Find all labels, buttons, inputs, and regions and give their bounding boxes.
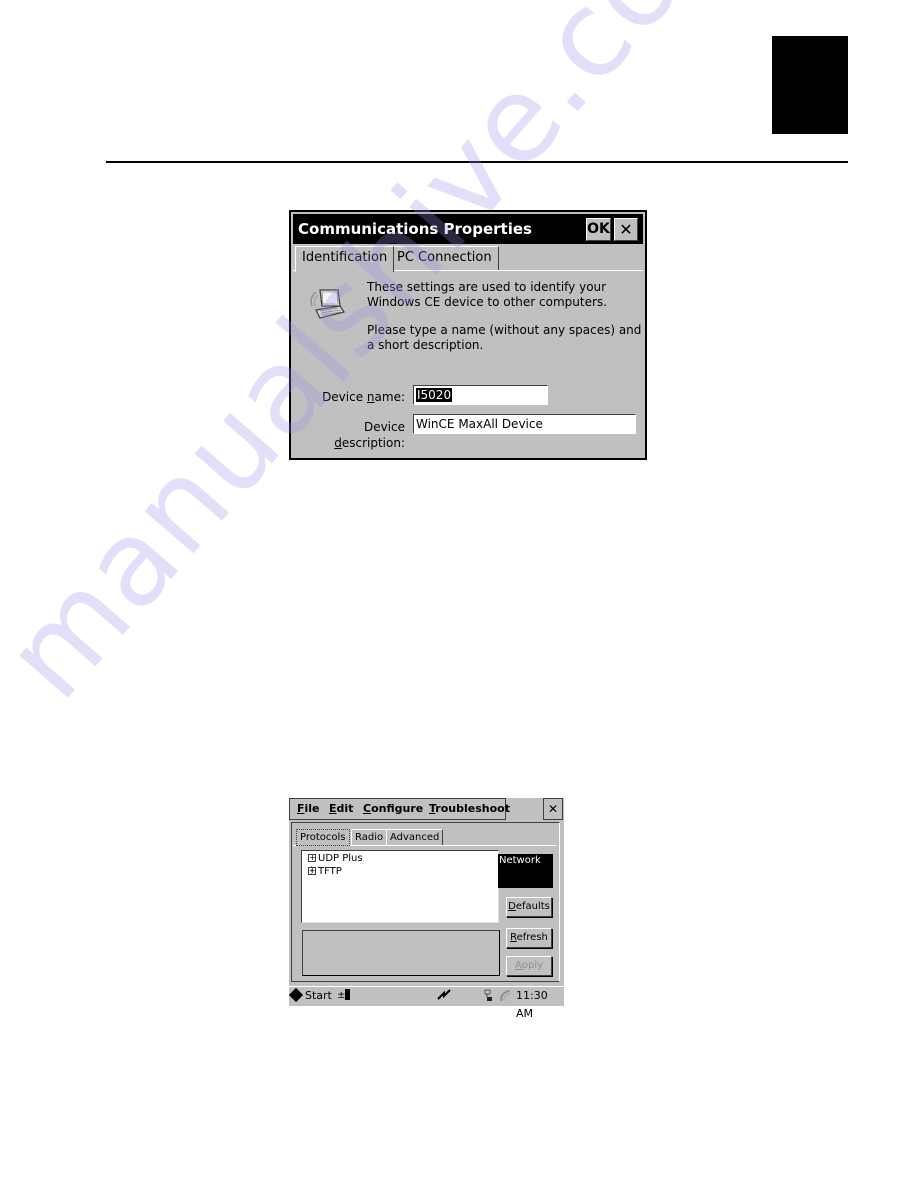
menu-edit[interactable]: Edit bbox=[329, 802, 353, 815]
signal-icon[interactable] bbox=[437, 987, 451, 1005]
tab-protocols[interactable]: Protocols bbox=[296, 829, 350, 846]
name-instructions: Please type a name (without any spaces) … bbox=[367, 323, 642, 352]
menu-mnemonic: E bbox=[329, 802, 337, 815]
lightning-icon bbox=[437, 989, 451, 1000]
apply-button[interactable]: Apply bbox=[506, 956, 552, 976]
battery-sign: ± bbox=[337, 990, 346, 1001]
tree-item-label: TFTP bbox=[318, 866, 342, 877]
menu-troubleshoot[interactable]: Troubleshoot bbox=[429, 802, 510, 815]
expand-icon[interactable]: + bbox=[308, 867, 316, 875]
dialog-title: Communications Properties bbox=[298, 220, 532, 238]
button-mnemonic: D bbox=[508, 901, 516, 912]
menu-label: roubleshoot bbox=[435, 802, 510, 815]
status-area bbox=[302, 930, 500, 976]
protocol-tree[interactable]: + UDP Plus + TFTP bbox=[301, 850, 499, 923]
menu-bar: File Edit Configure Troubleshoot bbox=[289, 798, 510, 820]
battery-cell bbox=[345, 989, 351, 1000]
device-name-value: I5020 bbox=[416, 388, 453, 402]
chapter-tab-marker bbox=[772, 36, 848, 134]
tab-pc-connection[interactable]: PC Connection bbox=[390, 246, 499, 270]
clock[interactable]: 11:30 AM bbox=[516, 987, 564, 1023]
menu-configure[interactable]: Configure bbox=[363, 802, 423, 815]
radio-signal-icon[interactable] bbox=[499, 989, 512, 1002]
network-connection-icon[interactable] bbox=[484, 989, 493, 1002]
label-text: escription: bbox=[341, 436, 405, 450]
ok-button[interactable]: OK bbox=[586, 218, 611, 241]
button-mnemonic: A bbox=[514, 960, 522, 971]
start-label: Start bbox=[305, 989, 332, 1002]
device-description-value: WinCE MaxAll Device bbox=[416, 417, 543, 431]
label-text: Device bbox=[363, 420, 405, 434]
label-text: Device bbox=[322, 390, 367, 404]
header-rule bbox=[106, 161, 848, 163]
tree-item-label: UDP Plus bbox=[318, 853, 363, 864]
tab-radio[interactable]: Radio bbox=[351, 829, 388, 846]
tab-advanced[interactable]: Advanced bbox=[386, 829, 444, 846]
menu-mnemonic: C bbox=[363, 802, 372, 815]
device-name-input[interactable]: I5020 bbox=[413, 385, 548, 405]
network-config-window: File Edit Configure Troubleshoot ✕ Proto… bbox=[288, 798, 564, 1020]
label-mnemonic: d bbox=[334, 436, 342, 450]
button-label: efaults bbox=[515, 901, 550, 912]
device-description-input[interactable]: WinCE MaxAll Device bbox=[413, 414, 636, 434]
start-button[interactable]: Start bbox=[288, 987, 332, 1005]
menu-label: dit bbox=[336, 802, 354, 815]
device-description-label: Device description: bbox=[301, 419, 405, 451]
laptop-icon bbox=[310, 289, 346, 319]
expand-icon[interactable]: + bbox=[308, 854, 316, 862]
tree-item-tftp[interactable]: + TFTP bbox=[308, 866, 342, 879]
network-label-box: Network bbox=[498, 854, 553, 888]
tree-item-udp-plus[interactable]: + UDP Plus bbox=[308, 853, 363, 866]
menu-label: ile bbox=[304, 802, 320, 815]
menu-mnemonic: F bbox=[297, 802, 305, 815]
button-label: efresh bbox=[516, 932, 548, 943]
tab-identification[interactable]: Identification bbox=[295, 246, 395, 272]
close-button[interactable]: ✕ bbox=[614, 218, 638, 241]
defaults-button[interactable]: Defaults bbox=[506, 897, 552, 917]
label-mnemonic: n bbox=[366, 390, 375, 404]
close-button[interactable]: ✕ bbox=[543, 798, 563, 820]
battery-icon[interactable]: ± bbox=[337, 987, 351, 1005]
menu-label: onfigure bbox=[371, 802, 424, 815]
refresh-button[interactable]: Refresh bbox=[506, 928, 552, 948]
label-text: ame: bbox=[374, 390, 405, 404]
dialog-titlebar: Communications Properties OK ✕ bbox=[293, 214, 643, 244]
identification-description: These settings are used to identify your… bbox=[367, 280, 607, 309]
device-name-label: Device name: bbox=[311, 389, 405, 405]
taskbar: Start ± 11:30 AM bbox=[288, 986, 564, 1020]
start-logo-icon bbox=[288, 987, 304, 1003]
communications-properties-dialog: Communications Properties OK ✕ Identific… bbox=[289, 210, 647, 460]
button-label: pply bbox=[521, 960, 544, 971]
menu-file[interactable]: File bbox=[297, 802, 320, 815]
